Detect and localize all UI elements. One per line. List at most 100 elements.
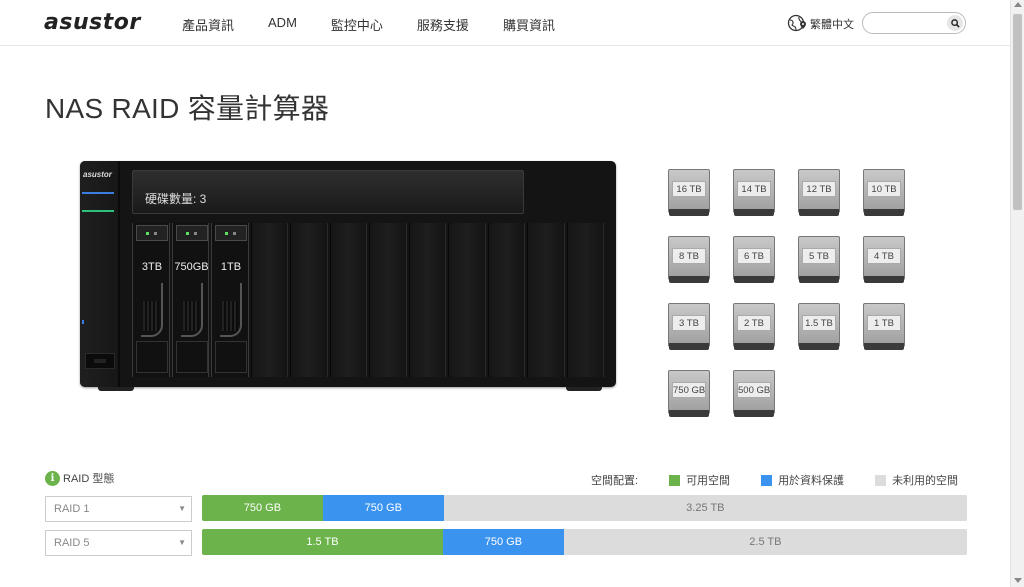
nav-purchase[interactable]: 購買資訊 [503, 15, 555, 34]
disk-size-label: 3 TB [672, 315, 706, 331]
nas-foot [98, 387, 134, 391]
nav-adm[interactable]: ADM [268, 15, 297, 34]
disk-size-label: 6 TB [737, 248, 771, 264]
nas-foot [566, 387, 602, 391]
disk-option[interactable]: 10 TB [863, 169, 905, 217]
nav-support[interactable]: 服務支援 [417, 15, 469, 34]
search-input[interactable] [873, 13, 951, 33]
disk-option[interactable]: 3 TB [668, 303, 710, 351]
main-nav: 產品資訊 ADM 監控中心 服務支援 購買資訊 [182, 15, 589, 34]
bay-top [175, 225, 208, 241]
legend-label: 未利用的空間 [892, 475, 959, 487]
disk-option[interactable]: 8 TB [668, 236, 710, 284]
scroll-down-arrow-icon[interactable] [1014, 578, 1022, 583]
disk-option[interactable]: 750 GB [668, 370, 710, 418]
disk-base [669, 343, 709, 350]
search-box [862, 12, 966, 34]
drive-bay-empty[interactable] [448, 223, 486, 377]
disk-size-label: 1.5 TB [802, 315, 836, 331]
disk-size-label: 10 TB [867, 181, 901, 197]
disk-base [799, 209, 839, 216]
info-icon[interactable]: i [45, 470, 60, 486]
raid-type-select-1[interactable]: RAID 1 ▼ [45, 496, 192, 522]
bay-led [225, 232, 228, 235]
legend-usable: 可用空間 [669, 472, 730, 488]
legend-unused: 未利用的空間 [875, 472, 958, 488]
bay-foot [136, 341, 168, 373]
bay-top [136, 225, 168, 241]
asustor-logo[interactable]: asustor [44, 10, 141, 35]
disk-base [669, 209, 709, 216]
disk-size-label: 12 TB [802, 181, 836, 197]
drive-bay-empty[interactable] [250, 223, 289, 377]
drive-bay-empty[interactable] [408, 223, 447, 377]
disk-base [734, 410, 774, 417]
raid-type-select-2[interactable]: RAID 5 ▼ [45, 530, 192, 556]
disk-count-text: 硬碟數量: 3 [145, 192, 207, 206]
bay-foot [215, 341, 247, 373]
nas-brand: asustor [83, 170, 112, 179]
legend-label: 可用空間 [686, 475, 731, 487]
disk-option[interactable]: 2 TB [733, 303, 775, 351]
disk-option[interactable]: 6 TB [733, 236, 775, 284]
drive-bay-filled[interactable]: 3TB [132, 223, 170, 377]
disk-option[interactable]: 12 TB [798, 169, 840, 217]
bay-disk-label: 750GB [174, 261, 209, 273]
disk-base [799, 343, 839, 350]
disk-option[interactable]: 1 TB [863, 303, 905, 351]
nas-led-blue [82, 192, 114, 194]
drive-bay-empty[interactable] [566, 223, 605, 377]
disk-size-label: 8 TB [672, 248, 706, 264]
disk-size-label: 5 TB [802, 248, 836, 264]
search-button[interactable] [947, 15, 963, 31]
nas-led-green [82, 210, 114, 212]
capacity-segment-usable: 1.5 TB [202, 529, 443, 555]
bay-foot [175, 341, 208, 373]
scroll-up-arrow-icon[interactable] [1014, 2, 1022, 7]
disk-option[interactable]: 500 GB [733, 370, 775, 418]
nas-power-led [82, 320, 84, 324]
disk-size-label: 2 TB [737, 315, 771, 331]
bay-led [146, 232, 149, 235]
nas-device: asustor 硬碟數量: 3 3TB 750GB 1TB [80, 161, 616, 391]
globe-pin-icon [787, 14, 806, 32]
drive-bay-empty[interactable] [329, 223, 368, 377]
disk-option[interactable]: 1.5 TB [798, 303, 840, 351]
nas-usb-port [85, 353, 115, 369]
raid-select-value: RAID 1 [54, 503, 90, 515]
drive-bay-empty[interactable] [527, 223, 565, 377]
page-scrollbar[interactable] [1010, 0, 1024, 587]
legend-protection: 用於資料保護 [761, 472, 844, 488]
drive-bay-filled[interactable]: 750GB [171, 223, 210, 377]
disk-size-label: 16 TB [672, 181, 706, 197]
disk-option[interactable]: 14 TB [733, 169, 775, 217]
nas-front-panel: asustor [80, 161, 120, 387]
legend-swatch [669, 474, 681, 486]
bay-disk-label: 1TB [220, 261, 242, 273]
drive-bay-empty[interactable] [487, 223, 526, 377]
disk-option[interactable]: 4 TB [863, 236, 905, 284]
disk-base [799, 276, 839, 283]
disk-base [734, 276, 774, 283]
bay-led [193, 232, 197, 235]
disk-base [669, 276, 709, 283]
bay-led [233, 232, 236, 235]
disk-option[interactable]: 16 TB [668, 169, 710, 217]
disk-option[interactable]: 5 TB [798, 236, 840, 284]
scroll-thumb[interactable] [1013, 14, 1022, 210]
language-selector[interactable]: 繁體中文 [787, 14, 854, 33]
drive-bay-empty[interactable] [369, 223, 407, 377]
disk-size-label: 1 TB [867, 315, 901, 331]
drive-bay-filled[interactable]: 1TB [211, 223, 249, 377]
capacity-segment-protection: 750 GB [442, 529, 564, 555]
legend-swatch [875, 474, 887, 486]
nav-products[interactable]: 產品資訊 [182, 15, 234, 34]
site-header: asustor 產品資訊 ADM 監控中心 服務支援 購買資訊 繁體中文 [0, 0, 1010, 46]
drive-bay-empty[interactable] [290, 223, 328, 377]
disk-base [734, 343, 774, 350]
capacity-segment-unused: 2.5 TB [563, 529, 967, 555]
page-title: NAS RAID 容量計算器 [45, 93, 330, 124]
nas-drive-bays: 3TB 750GB 1TB [132, 223, 606, 377]
nav-surveillance[interactable]: 監控中心 [331, 15, 383, 34]
capacity-bar-1: 750 GB 750 GB 3.25 TB [202, 495, 967, 521]
